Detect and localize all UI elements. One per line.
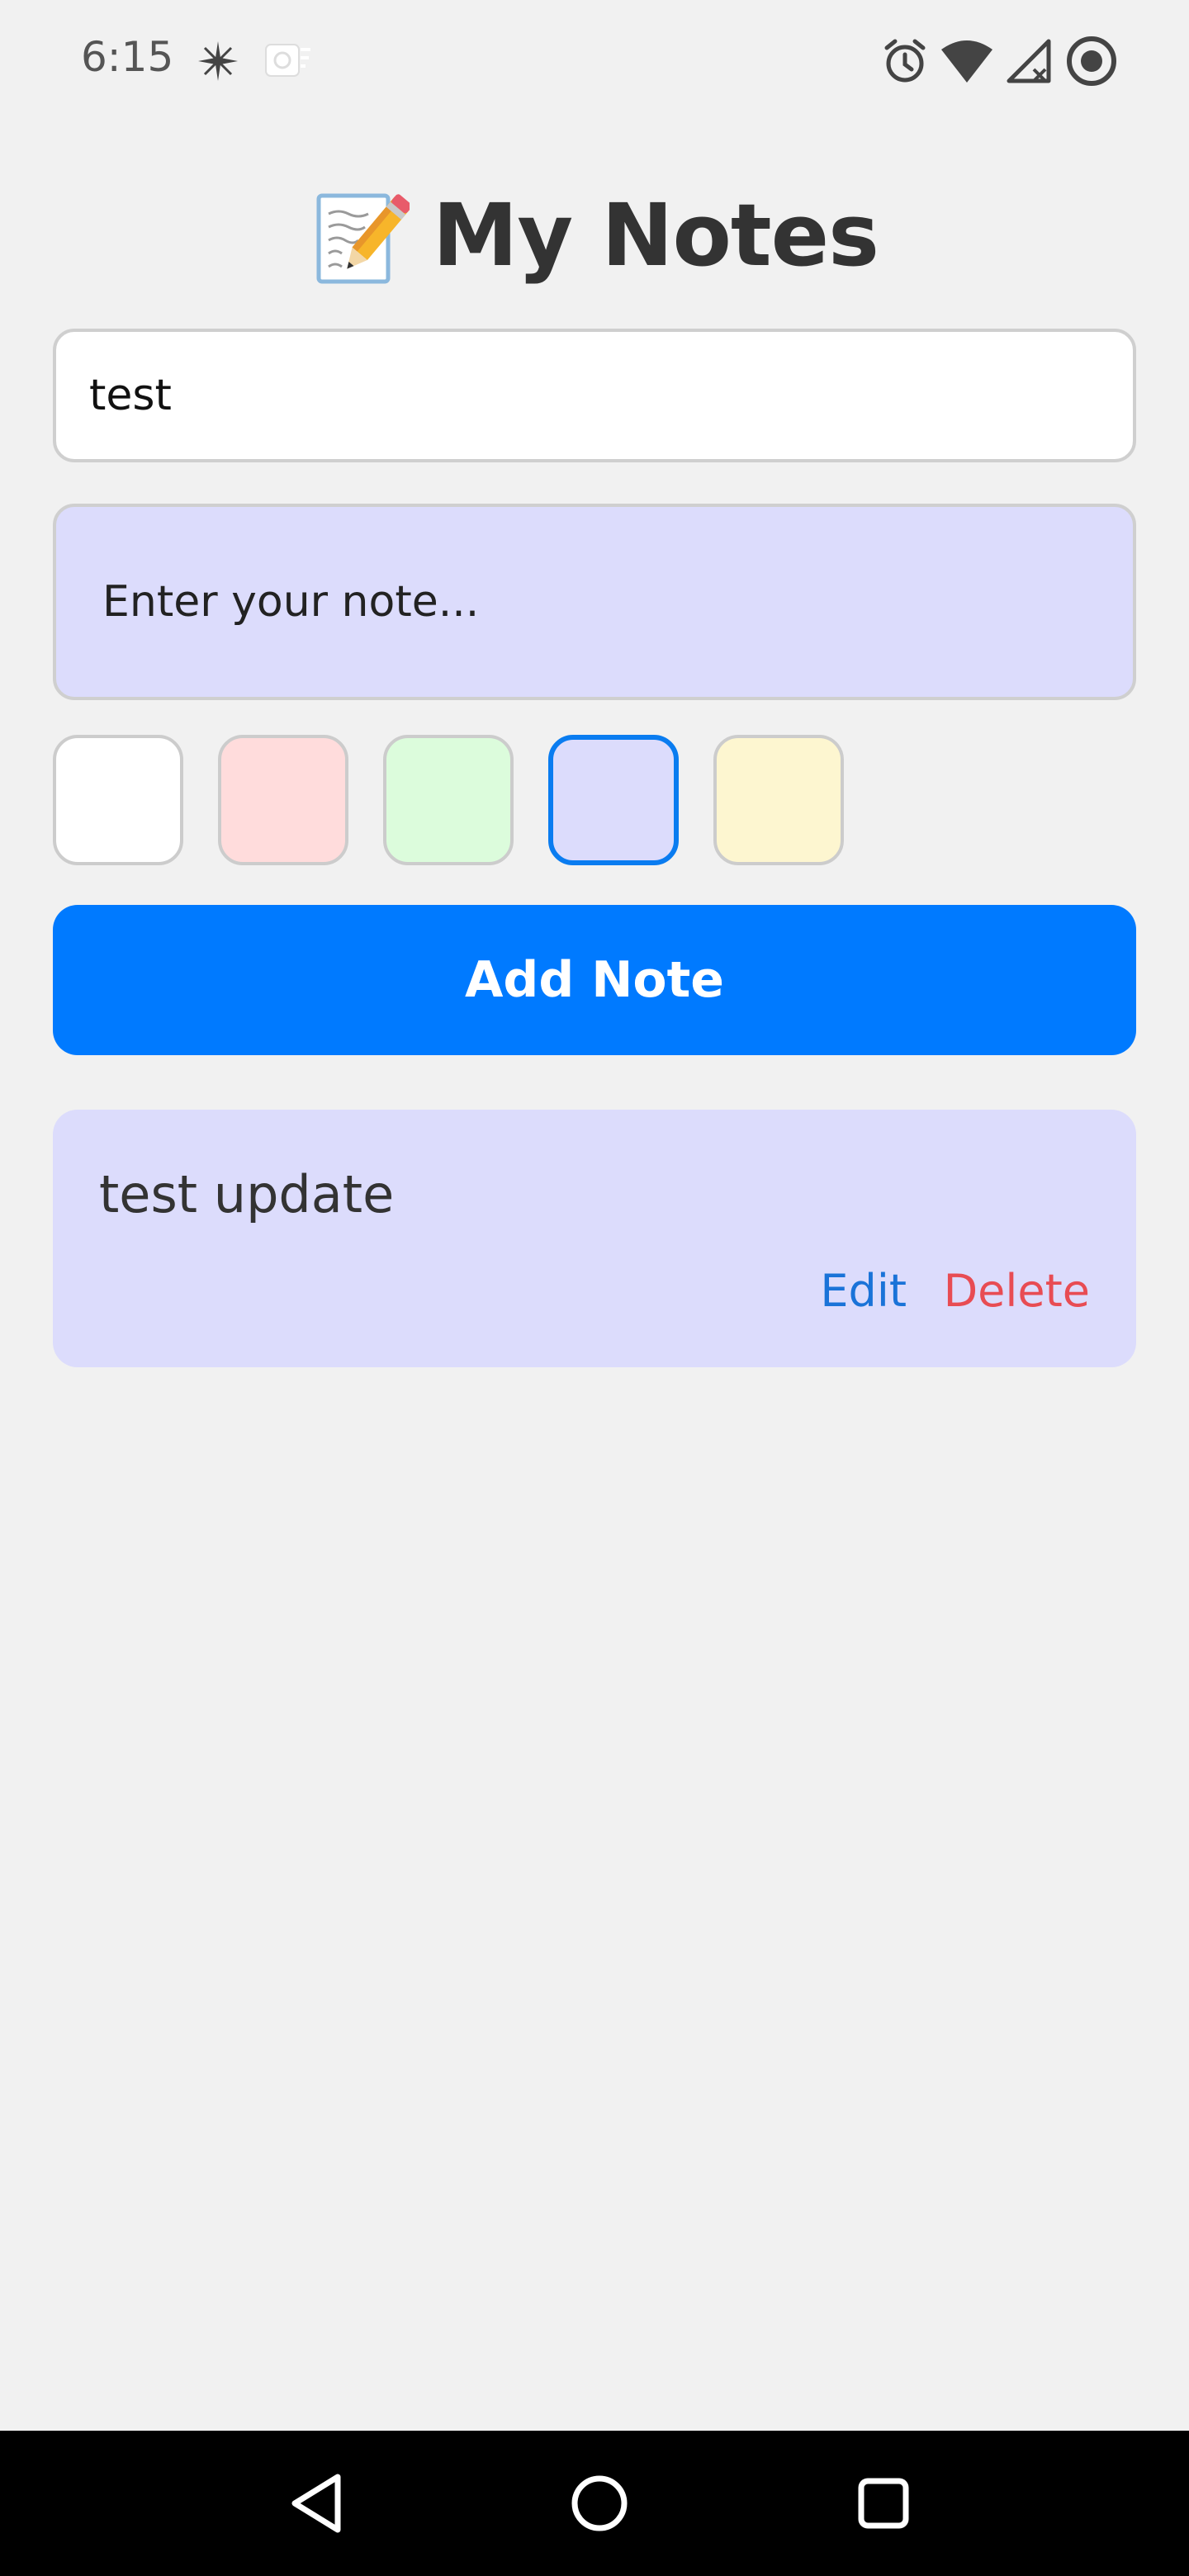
notification-app-icon <box>265 44 310 77</box>
status-bar: 6:15 <box>0 0 1189 124</box>
memo-icon <box>316 193 410 284</box>
note-body-input[interactable] <box>53 504 1136 700</box>
edit-note-button[interactable]: Edit <box>820 1265 907 1317</box>
page-title: My Notes <box>432 185 879 286</box>
system-nav-bar <box>0 2431 1189 2576</box>
note-text: test update <box>99 1164 395 1224</box>
delete-note-button[interactable]: Delete <box>944 1265 1090 1317</box>
note-card: test update Edit Delete <box>53 1110 1136 1367</box>
back-icon <box>291 2474 341 2533</box>
alarm-icon <box>884 39 926 83</box>
color-swatch-pink[interactable] <box>218 735 348 865</box>
add-note-button[interactable]: Add Note <box>53 905 1136 1055</box>
record-icon <box>1067 36 1116 86</box>
note-title-input[interactable] <box>53 329 1136 462</box>
recents-icon <box>858 2478 909 2529</box>
color-swatch-green[interactable] <box>383 735 514 865</box>
home-icon <box>571 2475 628 2531</box>
sparkle-icon <box>198 41 238 81</box>
page-header: My Notes <box>0 178 1189 293</box>
color-swatch-yellow[interactable] <box>713 735 844 865</box>
signal-off-icon <box>1007 39 1051 83</box>
wifi-icon <box>941 40 992 83</box>
nav-back-button[interactable] <box>251 2431 383 2576</box>
nav-home-button[interactable] <box>533 2431 666 2576</box>
status-time: 6:15 <box>81 33 174 81</box>
nav-recents-button[interactable] <box>817 2431 950 2576</box>
color-swatch-white[interactable] <box>53 735 183 865</box>
color-swatch-lavender[interactable] <box>548 735 679 865</box>
